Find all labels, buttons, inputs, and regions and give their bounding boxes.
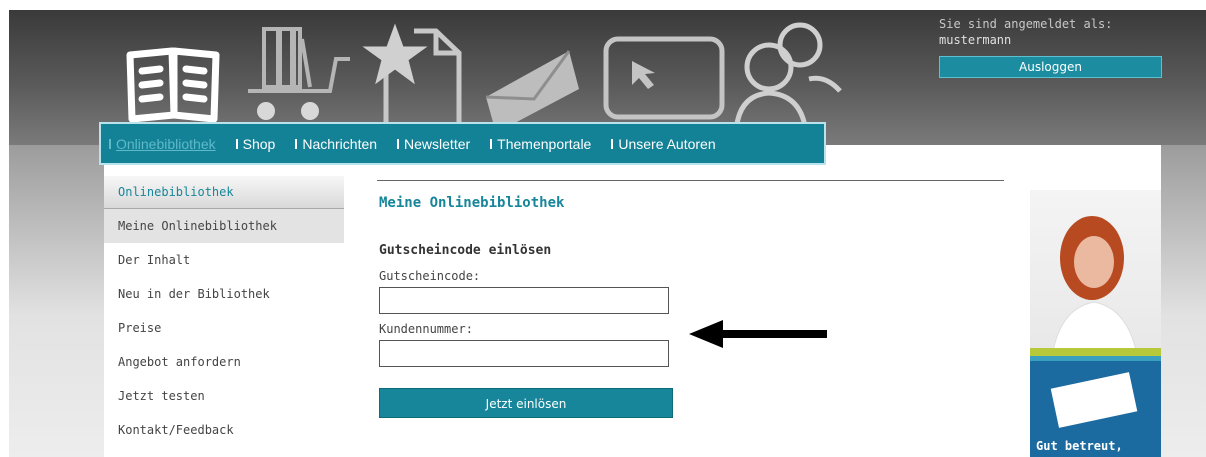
nav-separator <box>235 138 238 149</box>
nav-label: Onlinebibliothek <box>116 135 216 152</box>
login-username: mustermann <box>939 33 1012 47</box>
nav-item-themenportale[interactable]: Themenportale <box>490 136 591 152</box>
sidebar-item-preise[interactable]: Preise <box>104 311 344 345</box>
nav-item-unsere-autoren[interactable]: Unsere Autoren <box>611 135 716 152</box>
users-icon[interactable] <box>733 22 842 134</box>
arrow-left-icon <box>689 320 827 348</box>
screen-cursor-icon[interactable] <box>603 36 725 120</box>
book-icon[interactable] <box>126 47 220 123</box>
login-status-label: Sie sind angemeldet als: <box>939 17 1113 31</box>
voucher-code-label: Gutscheincode: <box>379 269 481 283</box>
envelope-icon[interactable] <box>485 50 579 133</box>
nav-label: Newsletter <box>404 135 471 152</box>
voucher-code-input[interactable] <box>379 287 669 314</box>
nav-label: Themenportale <box>497 135 592 152</box>
logout-button[interactable]: Ausloggen <box>939 56 1162 78</box>
star-document-icon[interactable] <box>362 23 462 133</box>
page-title: Meine Onlinebibliothek <box>379 195 565 211</box>
main-nav: Onlinebibliothek Shop Nachrichten Newsle… <box>99 122 826 165</box>
nav-separator <box>611 138 614 149</box>
sidebar-item-meine-onlinebibliothek[interactable]: Meine Onlinebibliothek <box>104 209 344 243</box>
sidebar-item-angebot-anfordern[interactable]: Angebot anfordern <box>104 345 344 379</box>
sidebar-item-kontakt-feedback[interactable]: Kontakt/Feedback <box>104 413 344 447</box>
section-title: Gutscheincode einlösen <box>379 243 552 258</box>
nav-label: Unsere Autoren <box>618 135 716 152</box>
sidebar-heading[interactable]: Onlinebibliothek <box>104 176 344 209</box>
nav-separator <box>109 138 111 149</box>
nav-item-shop[interactable]: Shop <box>235 135 276 152</box>
shop-cart-icon[interactable] <box>248 27 350 120</box>
content-area: Onlinebibliothek Meine Onlinebibliothek … <box>104 145 1161 457</box>
divider <box>377 180 1004 181</box>
sidebar-item-der-inhalt[interactable]: Der Inhalt <box>104 243 344 277</box>
nav-item-nachrichten[interactable]: Nachrichten <box>295 136 377 152</box>
nav-label: Nachrichten <box>302 135 378 152</box>
nav-separator <box>490 138 493 149</box>
sidebar: Onlinebibliothek Meine Onlinebibliothek … <box>104 176 344 447</box>
ad-image <box>1030 190 1161 457</box>
customer-number-label: Kundennummer: <box>379 322 473 336</box>
page-frame: Sie sind angemeldet als: mustermann Ausl… <box>9 10 1206 457</box>
nav-item-newsletter[interactable]: Newsletter <box>397 136 470 152</box>
left-background <box>9 145 104 457</box>
nav-separator <box>397 138 400 149</box>
header-icons <box>114 15 844 135</box>
login-box: Sie sind angemeldet als: mustermann Ausl… <box>939 16 1169 78</box>
nav-separator <box>295 138 298 149</box>
nav-label: Shop <box>242 135 276 152</box>
ad-headline: Gut betreut, <box>1036 439 1123 453</box>
redeem-button[interactable]: Jetzt einlösen <box>379 388 673 418</box>
sidebar-item-jetzt-testen[interactable]: Jetzt testen <box>104 379 344 413</box>
advertisement-banner[interactable]: Gut betreut, <box>1030 190 1161 457</box>
nav-item-onlinebibliothek[interactable]: Onlinebibliothek <box>109 136 216 152</box>
sidebar-item-neu-in-der-bibliothek[interactable]: Neu in der Bibliothek <box>104 277 344 311</box>
right-background <box>1161 145 1206 457</box>
customer-number-input[interactable] <box>379 340 669 367</box>
